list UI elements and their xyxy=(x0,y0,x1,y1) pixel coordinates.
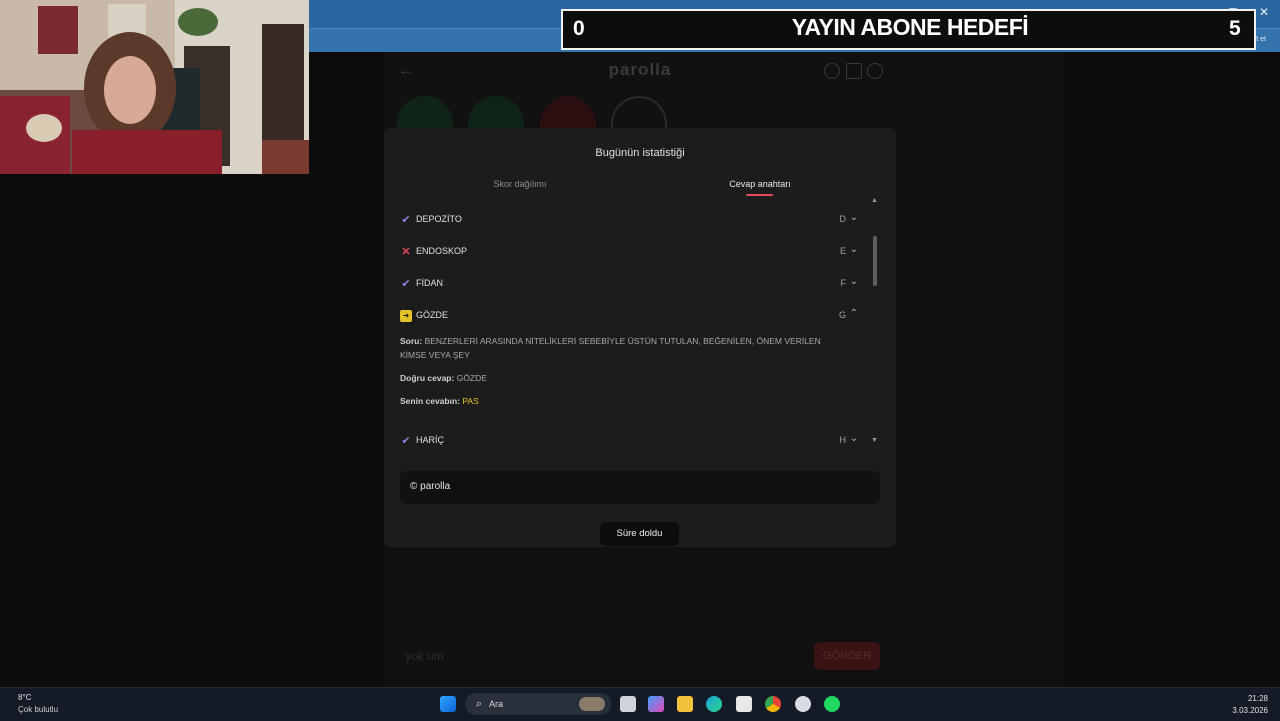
tab-answer-key[interactable]: Cevap anahtarı xyxy=(705,179,815,189)
chrome-icon[interactable] xyxy=(765,696,781,712)
footer-box xyxy=(400,471,880,504)
answer-row-h[interactable]: ✔ HARİÇ H ⌄ xyxy=(400,432,860,452)
weather-temperature[interactable]: 8°C xyxy=(18,693,31,702)
stats-icon[interactable] xyxy=(846,63,862,79)
copilot-app-icon[interactable] xyxy=(648,696,664,712)
answer-word: FİDAN xyxy=(416,278,443,288)
check-icon: ✔ xyxy=(401,435,411,447)
user-icon[interactable] xyxy=(867,63,883,79)
check-icon: ✔ xyxy=(401,278,411,290)
file-explorer-icon[interactable] xyxy=(677,696,693,712)
task-view-icon[interactable] xyxy=(620,696,636,712)
answer-word: HARİÇ xyxy=(416,435,445,445)
clock-time[interactable]: 21:28 xyxy=(1240,694,1268,703)
your-answer-value: PAS xyxy=(462,396,479,406)
windows-start-icon[interactable] xyxy=(440,696,456,712)
site-title: parolla xyxy=(608,60,672,79)
scrollbar-thumb[interactable] xyxy=(873,236,877,286)
correct-value: GÖZDE xyxy=(456,373,487,383)
chevron-up-icon[interactable]: ⌃ xyxy=(850,308,858,319)
back-arrow-icon[interactable]: ← xyxy=(398,62,414,80)
answer-word: ENDOSKOP xyxy=(416,246,468,256)
question-detail: Soru: BENZERLERİ ARASINDA NİTELİKLERİ SE… xyxy=(400,334,845,362)
modal-title: Bugünün istatistiği xyxy=(595,147,685,159)
answer-letter: F xyxy=(840,278,847,288)
answer-row-e[interactable]: ✕ ENDOSKOP E ⌄ xyxy=(400,243,860,263)
goal-title: YAYIN ABONE HEDEFİ xyxy=(791,14,1029,40)
pass-arrow-icon: ➜ xyxy=(400,310,412,322)
footer-text: © parolla xyxy=(410,481,451,492)
goal-target-count: 5 xyxy=(1229,17,1241,40)
time-up-button[interactable]: Süre doldu xyxy=(600,522,679,546)
answer-row-f[interactable]: ✔ FİDAN F ⌄ xyxy=(400,275,860,295)
answer-letter: D xyxy=(839,214,847,224)
goal-current-count: 0 xyxy=(573,17,585,40)
answer-input[interactable]: yok um xyxy=(395,642,805,670)
chevron-down-icon[interactable]: ⌄ xyxy=(850,433,858,444)
your-answer-line: Senin cevabın: PAS xyxy=(400,394,479,408)
your-answer-label: Senin cevabın: xyxy=(400,396,460,406)
submit-button[interactable]: GÖNDER xyxy=(814,642,880,670)
tab-score-distribution[interactable]: Skor dağılımı xyxy=(470,179,570,189)
search-label: Ara xyxy=(489,699,504,709)
store-icon[interactable] xyxy=(736,696,752,712)
windows-taskbar xyxy=(0,687,1280,721)
check-icon: ✔ xyxy=(401,214,411,226)
scroll-down-icon[interactable]: ▼ xyxy=(871,437,878,444)
correct-answer-line: Doğru cevap: GÖZDE xyxy=(400,371,487,385)
webcam-image xyxy=(0,0,309,174)
clock-date[interactable]: 3.03.2026 xyxy=(1218,706,1268,715)
answer-word: DEPOZİTO xyxy=(416,214,462,224)
active-tab-indicator xyxy=(746,194,773,196)
answer-row-d[interactable]: ✔ DEPOZİTO D ⌄ xyxy=(400,211,860,231)
answer-letter: G xyxy=(838,310,846,320)
question-label: Soru: xyxy=(400,336,423,346)
search-icon: ⌕ xyxy=(475,698,483,710)
search-highlight-icon xyxy=(579,697,605,711)
cross-icon: ✕ xyxy=(401,246,411,258)
chevron-down-icon[interactable]: ⌄ xyxy=(850,276,858,287)
answer-word: GÖZDE xyxy=(416,310,449,320)
answer-row-g[interactable]: ➜ GÖZDE G ⌃ xyxy=(400,307,860,327)
answer-letter: E xyxy=(839,246,846,256)
spotify-icon[interactable] xyxy=(824,696,840,712)
chevron-down-icon[interactable]: ⌄ xyxy=(850,212,858,223)
chevron-down-icon[interactable]: ⌄ xyxy=(850,244,858,255)
close-icon[interactable]: ✕ xyxy=(1254,4,1274,20)
info-icon[interactable] xyxy=(824,63,840,79)
steam-icon[interactable] xyxy=(795,696,811,712)
webcam-feed xyxy=(0,0,309,174)
edge-icon[interactable] xyxy=(706,696,722,712)
question-text: BENZERLERİ ARASINDA NİTELİKLERİ SEBEBİYL… xyxy=(400,336,821,360)
weather-description[interactable]: Çok bulutlu xyxy=(18,705,58,714)
scroll-up-icon[interactable]: ▲ xyxy=(871,197,878,204)
correct-label: Doğru cevap: xyxy=(400,373,455,383)
answer-letter: H xyxy=(839,435,847,445)
